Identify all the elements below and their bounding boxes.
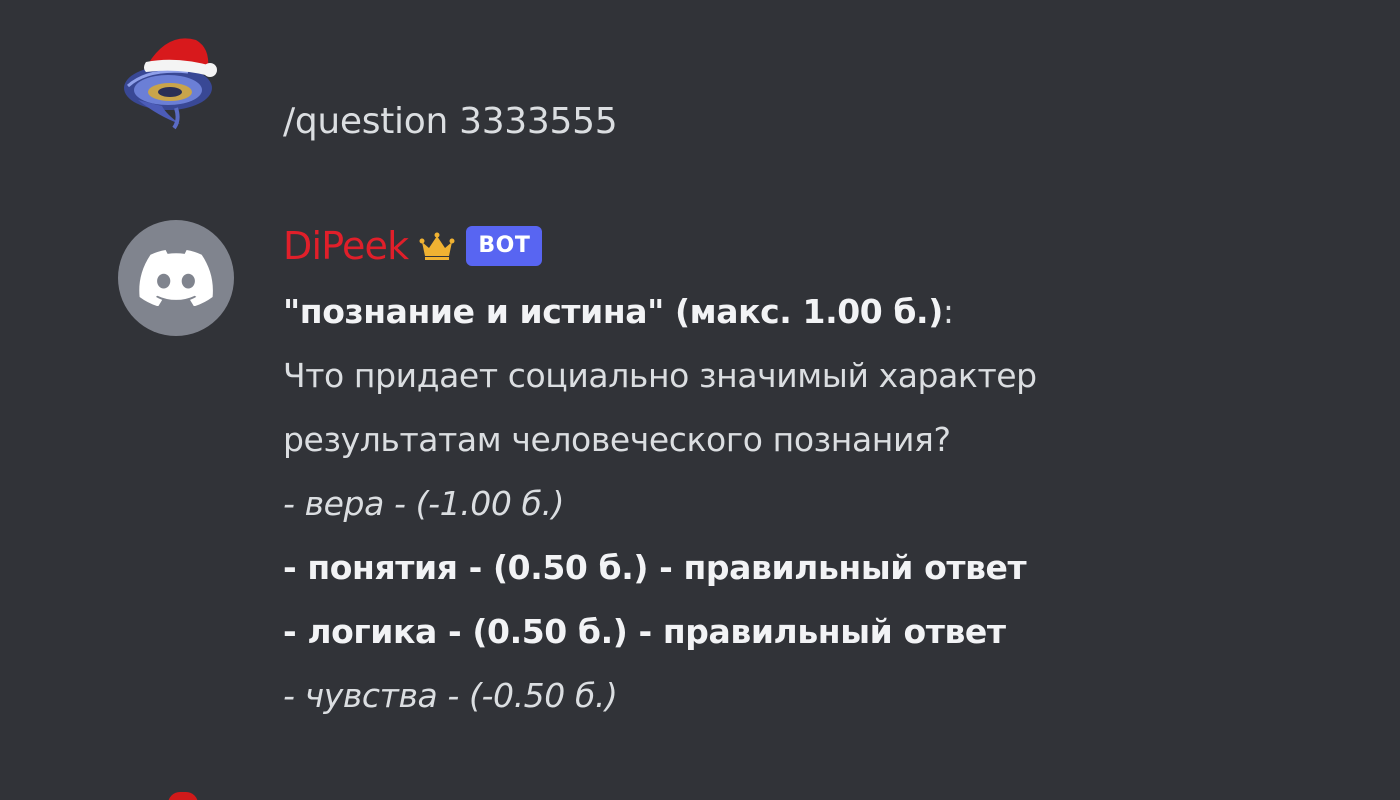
question-title-suffix: : — [942, 292, 954, 331]
chat-messages: /question 3333555 DiPeek BOT "познание и… — [0, 0, 1400, 800]
question-title-line: "познание и истина" (макс. 1.00 б.): — [283, 280, 1363, 344]
next-message-avatar-peek — [168, 792, 198, 800]
bot-badge: BOT — [466, 226, 543, 266]
answer-option-correct: - понятия - (0.50 б.) - правильный ответ — [283, 548, 1027, 587]
answer-option: - вера - (-1.00 б.) — [283, 484, 565, 523]
bot-message-content: "познание и истина" (макс. 1.00 б.): Что… — [283, 280, 1363, 728]
user-avatar[interactable] — [118, 28, 228, 132]
answer-option-correct: - логика - (0.50 б.) - правильный ответ — [283, 612, 1006, 651]
message-header: DiPeek BOT — [283, 220, 543, 272]
answer-option: - чувства - (-0.50 б.) — [283, 676, 618, 715]
discord-logo-icon — [139, 250, 213, 306]
bot-avatar[interactable] — [118, 220, 234, 336]
tornado-santa-hat-icon — [124, 38, 217, 130]
bot-username[interactable]: DiPeek — [283, 224, 409, 268]
question-topic: "познание и истина" (макс. 1.00 б.) — [283, 292, 943, 331]
question-text-line-2: результатам человеческого познания? — [283, 420, 951, 459]
command-message-text: /question 3333555 — [283, 101, 618, 142]
question-text-line-1: Что придает социально значимый характер — [283, 356, 1037, 395]
crown-icon — [419, 232, 455, 260]
